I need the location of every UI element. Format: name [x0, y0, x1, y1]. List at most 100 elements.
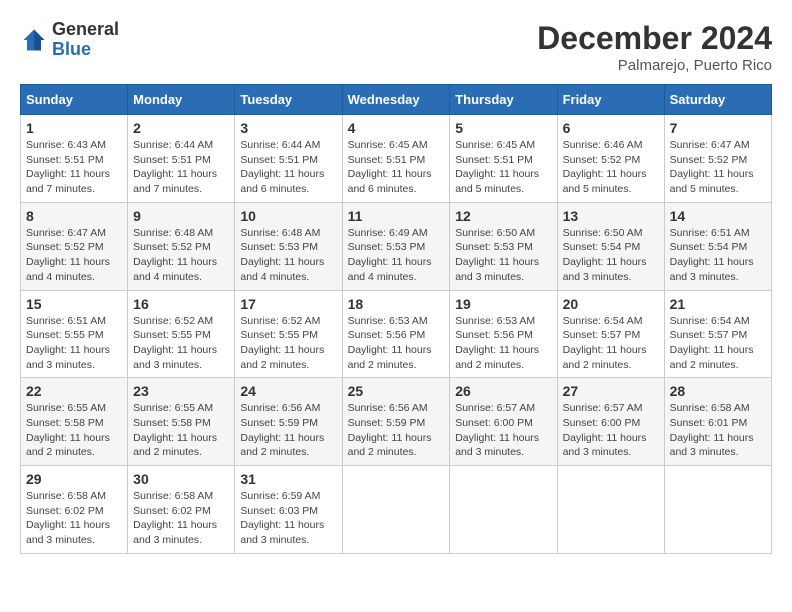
day-number: 18: [348, 296, 445, 312]
day-number: 5: [455, 120, 551, 136]
calendar-day-cell: 24 Sunrise: 6:56 AMSunset: 5:59 PMDaylig…: [235, 378, 342, 466]
logo-icon: [20, 26, 48, 54]
day-number: 11: [348, 208, 445, 224]
day-number: 7: [670, 120, 766, 136]
day-number: 23: [133, 383, 229, 399]
calendar-day-cell: 13 Sunrise: 6:50 AMSunset: 5:54 PMDaylig…: [557, 202, 664, 290]
page-header: General Blue December 2024 Palmarejo, Pu…: [20, 20, 772, 74]
weekday-header-cell: Sunday: [21, 85, 128, 115]
day-info: Sunrise: 6:44 AMSunset: 5:51 PMDaylight:…: [133, 139, 217, 195]
day-number: 26: [455, 383, 551, 399]
calendar-day-cell: 31 Sunrise: 6:59 AMSunset: 6:03 PMDaylig…: [235, 466, 342, 554]
weekday-header-cell: Friday: [557, 85, 664, 115]
calendar-day-cell: 11 Sunrise: 6:49 AMSunset: 5:53 PMDaylig…: [342, 202, 450, 290]
calendar-day-cell: 23 Sunrise: 6:55 AMSunset: 5:58 PMDaylig…: [128, 378, 235, 466]
calendar-day-cell: 21 Sunrise: 6:54 AMSunset: 5:57 PMDaylig…: [664, 290, 771, 378]
calendar-day-cell: 15 Sunrise: 6:51 AMSunset: 5:55 PMDaylig…: [21, 290, 128, 378]
day-number: 13: [563, 208, 659, 224]
day-info: Sunrise: 6:45 AMSunset: 5:51 PMDaylight:…: [348, 139, 432, 195]
calendar-day-cell: [450, 466, 557, 554]
day-info: Sunrise: 6:47 AMSunset: 5:52 PMDaylight:…: [670, 139, 754, 195]
day-info: Sunrise: 6:55 AMSunset: 5:58 PMDaylight:…: [26, 402, 110, 458]
day-info: Sunrise: 6:52 AMSunset: 5:55 PMDaylight:…: [240, 315, 324, 371]
day-info: Sunrise: 6:54 AMSunset: 5:57 PMDaylight:…: [563, 315, 647, 371]
calendar-day-cell: 18 Sunrise: 6:53 AMSunset: 5:56 PMDaylig…: [342, 290, 450, 378]
calendar-day-cell: 20 Sunrise: 6:54 AMSunset: 5:57 PMDaylig…: [557, 290, 664, 378]
calendar-day-cell: 29 Sunrise: 6:58 AMSunset: 6:02 PMDaylig…: [21, 466, 128, 554]
calendar-day-cell: [557, 466, 664, 554]
day-info: Sunrise: 6:46 AMSunset: 5:52 PMDaylight:…: [563, 139, 647, 195]
calendar-day-cell: 25 Sunrise: 6:56 AMSunset: 5:59 PMDaylig…: [342, 378, 450, 466]
calendar-day-cell: [342, 466, 450, 554]
day-info: Sunrise: 6:44 AMSunset: 5:51 PMDaylight:…: [240, 139, 324, 195]
day-number: 1: [26, 120, 122, 136]
calendar-day-cell: 16 Sunrise: 6:52 AMSunset: 5:55 PMDaylig…: [128, 290, 235, 378]
day-info: Sunrise: 6:57 AMSunset: 6:00 PMDaylight:…: [455, 402, 539, 458]
weekday-header-cell: Wednesday: [342, 85, 450, 115]
day-number: 14: [670, 208, 766, 224]
day-number: 12: [455, 208, 551, 224]
logo-general: General: [52, 20, 119, 40]
weekday-header-cell: Tuesday: [235, 85, 342, 115]
calendar-day-cell: 19 Sunrise: 6:53 AMSunset: 5:56 PMDaylig…: [450, 290, 557, 378]
calendar-day-cell: 9 Sunrise: 6:48 AMSunset: 5:52 PMDayligh…: [128, 202, 235, 290]
day-number: 9: [133, 208, 229, 224]
calendar-day-cell: 28 Sunrise: 6:58 AMSunset: 6:01 PMDaylig…: [664, 378, 771, 466]
logo: General Blue: [20, 20, 119, 60]
calendar-day-cell: 5 Sunrise: 6:45 AMSunset: 5:51 PMDayligh…: [450, 115, 557, 203]
day-number: 6: [563, 120, 659, 136]
day-number: 28: [670, 383, 766, 399]
day-number: 10: [240, 208, 336, 224]
weekday-header: SundayMondayTuesdayWednesdayThursdayFrid…: [21, 85, 772, 115]
day-info: Sunrise: 6:47 AMSunset: 5:52 PMDaylight:…: [26, 227, 110, 283]
weekday-header-cell: Saturday: [664, 85, 771, 115]
calendar-day-cell: 6 Sunrise: 6:46 AMSunset: 5:52 PMDayligh…: [557, 115, 664, 203]
logo-blue: Blue: [52, 40, 119, 60]
calendar-day-cell: 30 Sunrise: 6:58 AMSunset: 6:02 PMDaylig…: [128, 466, 235, 554]
weekday-header-cell: Monday: [128, 85, 235, 115]
day-number: 22: [26, 383, 122, 399]
day-number: 29: [26, 471, 122, 487]
day-number: 30: [133, 471, 229, 487]
weekday-header-cell: Thursday: [450, 85, 557, 115]
day-number: 15: [26, 296, 122, 312]
day-number: 25: [348, 383, 445, 399]
day-info: Sunrise: 6:59 AMSunset: 6:03 PMDaylight:…: [240, 490, 324, 546]
day-info: Sunrise: 6:58 AMSunset: 6:02 PMDaylight:…: [26, 490, 110, 546]
calendar-table: SundayMondayTuesdayWednesdayThursdayFrid…: [20, 84, 772, 554]
day-info: Sunrise: 6:50 AMSunset: 5:54 PMDaylight:…: [563, 227, 647, 283]
day-info: Sunrise: 6:43 AMSunset: 5:51 PMDaylight:…: [26, 139, 110, 195]
day-info: Sunrise: 6:54 AMSunset: 5:57 PMDaylight:…: [670, 315, 754, 371]
calendar-week-row: 1 Sunrise: 6:43 AMSunset: 5:51 PMDayligh…: [21, 115, 772, 203]
day-info: Sunrise: 6:58 AMSunset: 6:02 PMDaylight:…: [133, 490, 217, 546]
calendar-day-cell: 22 Sunrise: 6:55 AMSunset: 5:58 PMDaylig…: [21, 378, 128, 466]
day-info: Sunrise: 6:50 AMSunset: 5:53 PMDaylight:…: [455, 227, 539, 283]
day-info: Sunrise: 6:52 AMSunset: 5:55 PMDaylight:…: [133, 315, 217, 371]
calendar-day-cell: [664, 466, 771, 554]
day-number: 31: [240, 471, 336, 487]
calendar-day-cell: 1 Sunrise: 6:43 AMSunset: 5:51 PMDayligh…: [21, 115, 128, 203]
day-info: Sunrise: 6:58 AMSunset: 6:01 PMDaylight:…: [670, 402, 754, 458]
calendar-day-cell: 17 Sunrise: 6:52 AMSunset: 5:55 PMDaylig…: [235, 290, 342, 378]
day-info: Sunrise: 6:51 AMSunset: 5:54 PMDaylight:…: [670, 227, 754, 283]
day-number: 3: [240, 120, 336, 136]
calendar-day-cell: 12 Sunrise: 6:50 AMSunset: 5:53 PMDaylig…: [450, 202, 557, 290]
calendar-day-cell: 26 Sunrise: 6:57 AMSunset: 6:00 PMDaylig…: [450, 378, 557, 466]
calendar-day-cell: 3 Sunrise: 6:44 AMSunset: 5:51 PMDayligh…: [235, 115, 342, 203]
day-info: Sunrise: 6:56 AMSunset: 5:59 PMDaylight:…: [348, 402, 432, 458]
calendar-day-cell: 2 Sunrise: 6:44 AMSunset: 5:51 PMDayligh…: [128, 115, 235, 203]
day-number: 20: [563, 296, 659, 312]
day-number: 8: [26, 208, 122, 224]
day-number: 19: [455, 296, 551, 312]
day-number: 16: [133, 296, 229, 312]
calendar-week-row: 29 Sunrise: 6:58 AMSunset: 6:02 PMDaylig…: [21, 466, 772, 554]
day-number: 24: [240, 383, 336, 399]
month-title: December 2024: [537, 20, 772, 57]
calendar-day-cell: 10 Sunrise: 6:48 AMSunset: 5:53 PMDaylig…: [235, 202, 342, 290]
calendar-week-row: 15 Sunrise: 6:51 AMSunset: 5:55 PMDaylig…: [21, 290, 772, 378]
day-info: Sunrise: 6:53 AMSunset: 5:56 PMDaylight:…: [348, 315, 432, 371]
day-info: Sunrise: 6:55 AMSunset: 5:58 PMDaylight:…: [133, 402, 217, 458]
calendar-day-cell: 7 Sunrise: 6:47 AMSunset: 5:52 PMDayligh…: [664, 115, 771, 203]
calendar-day-cell: 14 Sunrise: 6:51 AMSunset: 5:54 PMDaylig…: [664, 202, 771, 290]
day-info: Sunrise: 6:51 AMSunset: 5:55 PMDaylight:…: [26, 315, 110, 371]
